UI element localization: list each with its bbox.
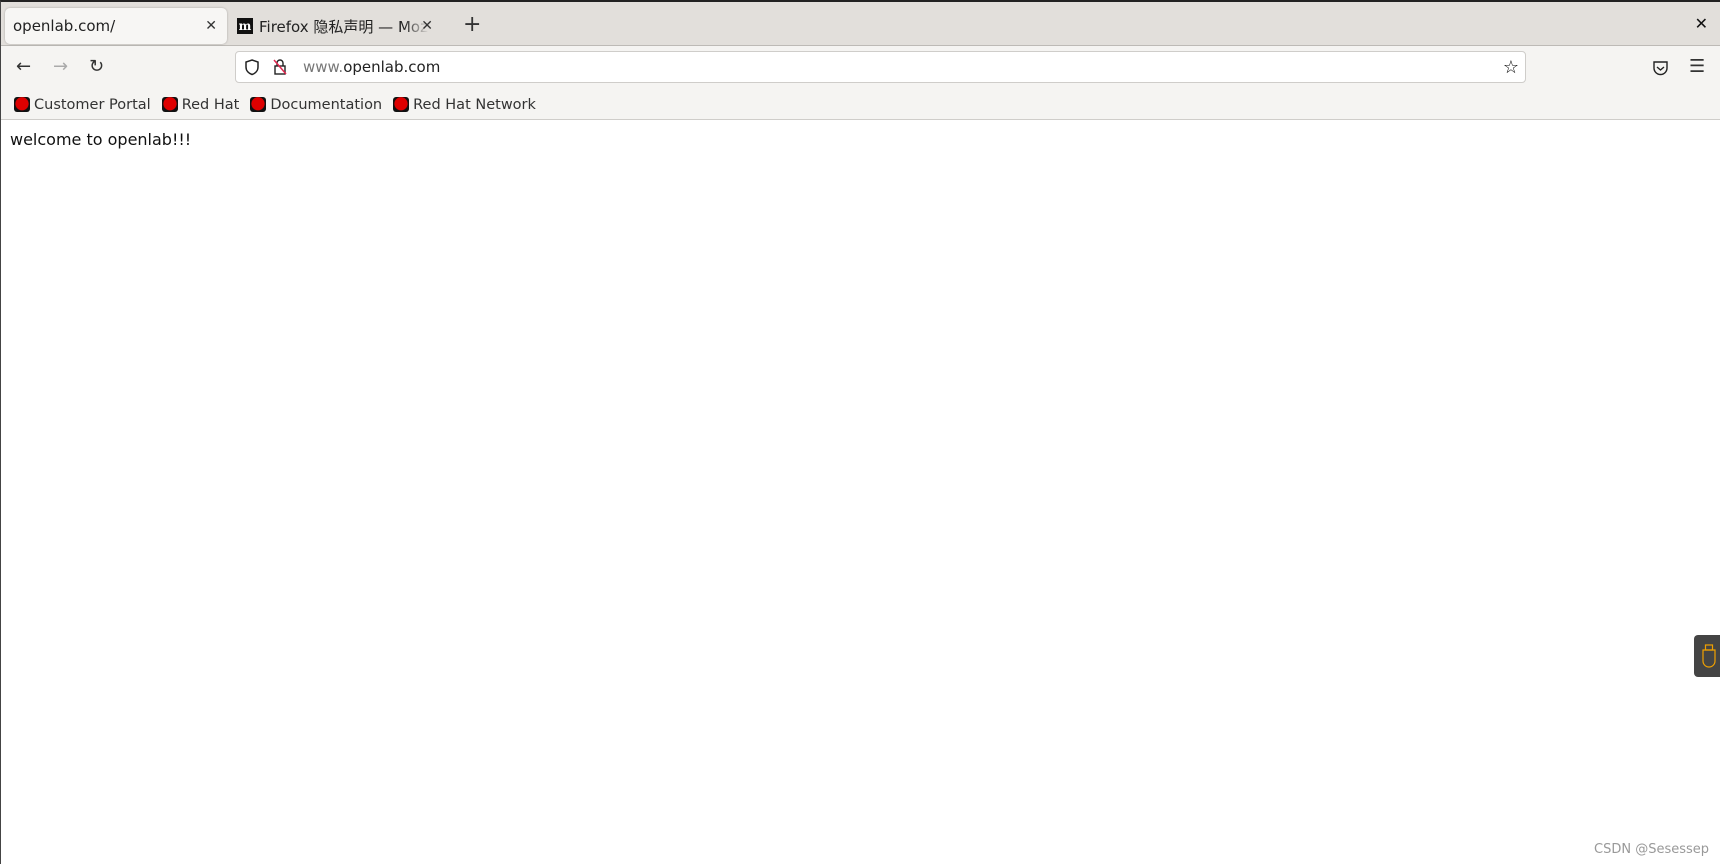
mozilla-favicon-icon: m bbox=[237, 18, 253, 34]
window-close-icon[interactable]: ✕ bbox=[1695, 14, 1708, 33]
page-content: welcome to openlab!!! bbox=[1, 120, 1720, 159]
usb-widget[interactable] bbox=[1694, 635, 1720, 677]
pocket-icon[interactable] bbox=[1652, 60, 1669, 76]
bookmark-documentation[interactable]: Documentation bbox=[250, 97, 382, 113]
menu-icon[interactable]: ☰ bbox=[1689, 56, 1705, 77]
back-icon[interactable]: ← bbox=[16, 56, 31, 77]
redhat-icon bbox=[14, 97, 30, 112]
bookmark-red-hat-network[interactable]: Red Hat Network bbox=[393, 97, 536, 113]
redhat-icon bbox=[250, 97, 267, 112]
bookmark-star-icon[interactable]: ☆ bbox=[1503, 57, 1519, 78]
watermark: CSDN @Sesessep bbox=[1594, 842, 1710, 857]
close-tab-icon[interactable]: ✕ bbox=[421, 18, 433, 34]
redhat-icon bbox=[393, 97, 410, 112]
bookmark-red-hat[interactable]: Red Hat bbox=[161, 97, 239, 113]
tab-label: Firefox 隐私声明 — Mozilla bbox=[259, 17, 429, 36]
forward-icon[interactable]: → bbox=[53, 56, 68, 77]
redhat-icon bbox=[161, 97, 178, 112]
close-tab-icon[interactable]: ✕ bbox=[205, 18, 217, 34]
insecure-lock-icon[interactable] bbox=[272, 58, 288, 76]
tab-bar: openlab.com/ ✕ m Firefox 隐私声明 — Mozilla … bbox=[1, 2, 1720, 46]
url-bar[interactable]: www.openlab.com ☆ bbox=[235, 51, 1526, 83]
tab-label: openlab.com/ bbox=[13, 17, 116, 35]
welcome-text: welcome to openlab!!! bbox=[10, 130, 192, 149]
url-text[interactable]: www.openlab.com bbox=[303, 58, 440, 76]
bookmarks-toolbar: Customer Portal Red Hat Documentation Re… bbox=[1, 90, 1720, 120]
nav-bar: ← → ↻ www.openlab.com ☆ ☰ bbox=[1, 46, 1720, 90]
tab-openlab[interactable]: openlab.com/ ✕ bbox=[5, 8, 227, 44]
shield-icon[interactable] bbox=[244, 58, 260, 76]
bookmark-customer-portal[interactable]: Customer Portal bbox=[14, 97, 151, 113]
new-tab-button[interactable]: + bbox=[463, 12, 481, 37]
usb-drive-icon bbox=[1702, 644, 1716, 668]
tab-firefox-privacy[interactable]: m Firefox 隐私声明 — Mozilla ✕ bbox=[237, 8, 443, 44]
reload-icon[interactable]: ↻ bbox=[89, 56, 104, 77]
